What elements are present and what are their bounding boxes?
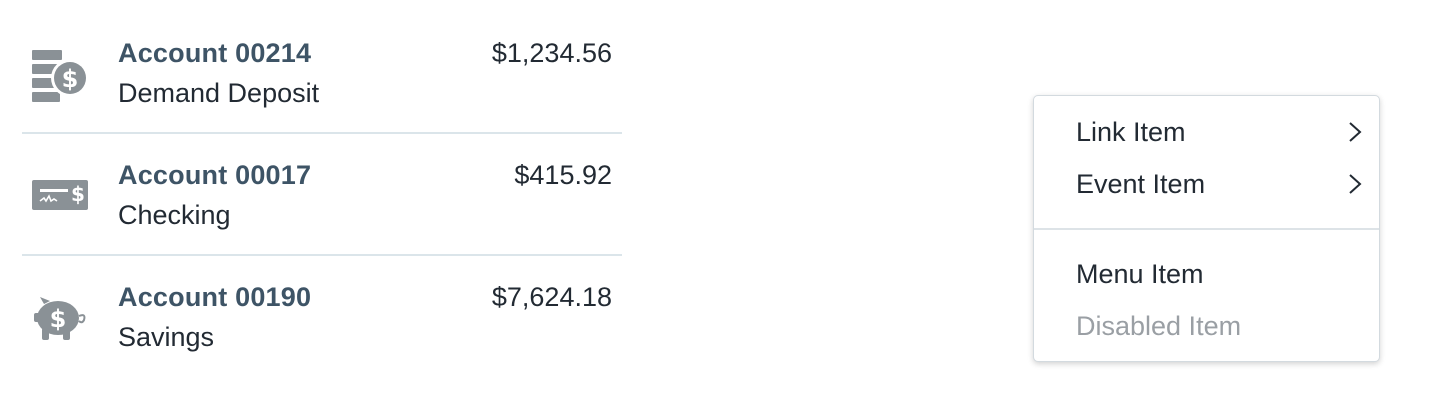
menu-item-label: Event Item xyxy=(1076,169,1206,199)
account-type: Demand Deposit xyxy=(118,78,320,108)
piggy-bank-icon: $ xyxy=(30,288,90,348)
menu-item-label: Menu Item xyxy=(1076,259,1204,289)
chevron-right-icon xyxy=(1345,172,1365,196)
money-stack-icon: $ xyxy=(30,44,90,104)
account-type: Savings xyxy=(118,322,215,352)
account-name: Account 00214 xyxy=(118,38,312,68)
account-balance: $415.92 xyxy=(514,160,612,190)
menu-item-menu[interactable]: Menu Item xyxy=(1034,248,1379,300)
menu-item-link[interactable]: Link Item xyxy=(1034,106,1379,158)
svg-text:$: $ xyxy=(71,182,85,206)
svg-text:$: $ xyxy=(62,65,79,93)
account-name: Account 00190 xyxy=(118,282,312,312)
page: $ Account 00214 Demand Deposit $1,234.56… xyxy=(0,0,1436,400)
context-menu: Link Item Event Item Menu Item Disabled … xyxy=(1033,95,1380,362)
account-row[interactable]: $ Account 00017 Checking $415.92 xyxy=(22,136,622,256)
account-balance: $7,624.18 xyxy=(491,282,612,312)
account-list: $ Account 00214 Demand Deposit $1,234.56… xyxy=(22,14,622,378)
menu-divider xyxy=(1034,228,1379,230)
menu-item-label: Disabled Item xyxy=(1076,311,1242,341)
account-row[interactable]: $ Account 00214 Demand Deposit $1,234.56 xyxy=(22,14,622,134)
chevron-right-icon xyxy=(1345,120,1365,144)
svg-text:$: $ xyxy=(50,305,67,333)
account-type: Checking xyxy=(118,200,231,230)
check-icon: $ xyxy=(30,166,90,226)
menu-item-label: Link Item xyxy=(1076,117,1186,147)
account-balance: $1,234.56 xyxy=(491,38,612,68)
account-name: Account 00017 xyxy=(118,160,312,190)
account-row[interactable]: $ Account 00190 Savings $7,624.18 xyxy=(22,258,622,378)
menu-item-disabled: Disabled Item xyxy=(1034,300,1379,352)
menu-item-event[interactable]: Event Item xyxy=(1034,158,1379,210)
